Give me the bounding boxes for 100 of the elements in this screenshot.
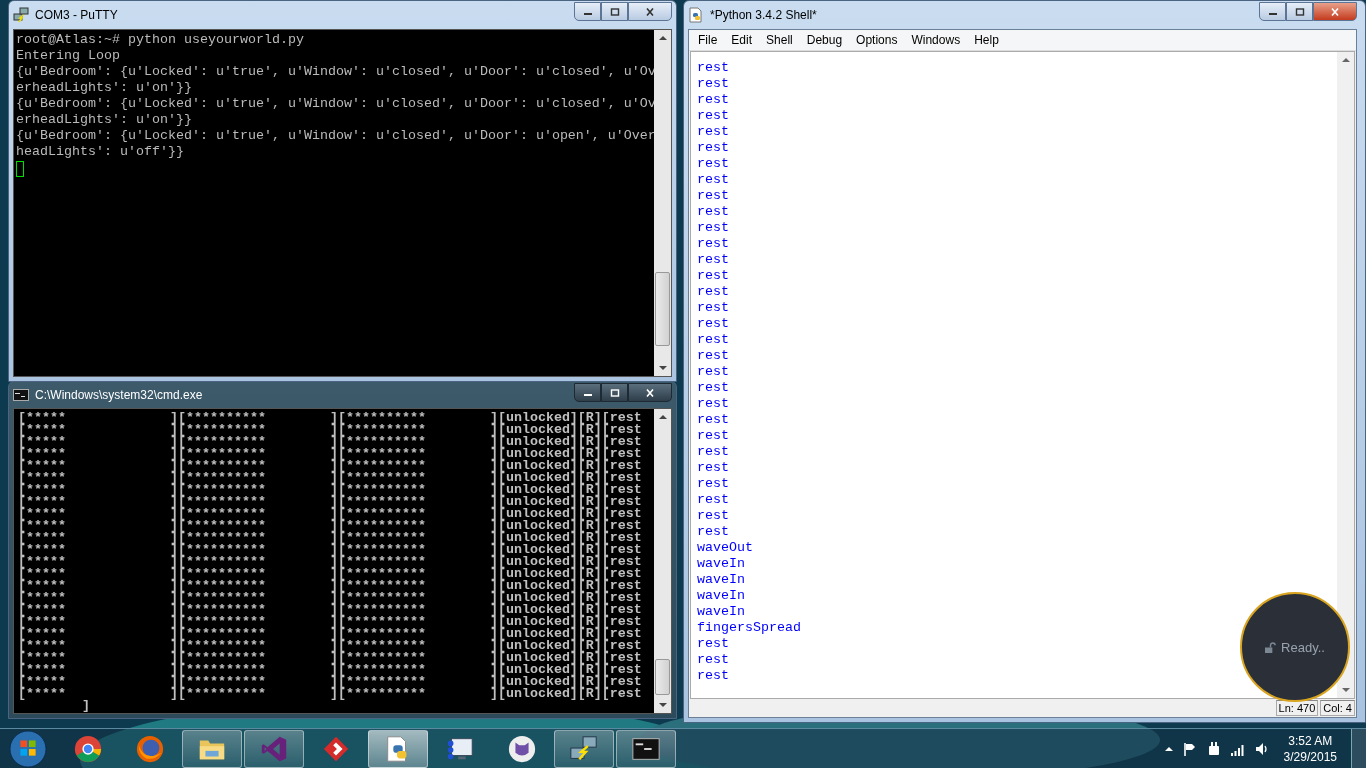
output-line: waveOut xyxy=(697,540,753,556)
output-line: rest xyxy=(697,652,729,668)
menu-item[interactable]: Edit xyxy=(724,33,760,47)
output-line: rest xyxy=(697,668,729,684)
console-line: [***** ][********** ][********** ][unlocked][R][rest xyxy=(18,508,643,520)
output-line: rest xyxy=(697,60,729,76)
output-line: rest xyxy=(697,492,729,508)
cat-icon xyxy=(507,733,537,764)
output-line: rest xyxy=(697,188,729,204)
close-icon xyxy=(645,7,655,16)
close-button[interactable] xyxy=(628,2,672,21)
scroll-thumb[interactable] xyxy=(655,272,670,346)
status-field: Ln: 470 xyxy=(1275,700,1319,716)
clock-date: 3/29/2015 xyxy=(1283,748,1337,765)
console-line: [***** ][********** ][********** ][unlocked][R][rest xyxy=(18,676,643,688)
console-line: [***** ][********** ][********** ][unlocked][R][rest xyxy=(18,604,643,616)
console-line: [***** ][********** ][********** ][unlocked][R][rest xyxy=(18,544,643,556)
output-line: rest xyxy=(697,396,729,412)
output-line: rest xyxy=(697,300,729,316)
window-title: C:\Windows\system32\cmd.exe xyxy=(35,388,204,402)
scrollbar[interactable] xyxy=(654,30,671,376)
output-line: rest xyxy=(697,172,729,188)
unlocked-padlock-icon xyxy=(1265,641,1277,653)
taskbar-button[interactable] xyxy=(616,729,676,768)
chrome-icon xyxy=(73,733,103,764)
console-line: [***** ][********** ][********** ][unlocked][R][rest xyxy=(18,652,643,664)
taskbar-button[interactable] xyxy=(182,729,242,768)
flag-icon[interactable] xyxy=(1181,740,1198,757)
console-line: [***** ][********** ][********** ][unlocked][R][rest xyxy=(18,556,643,568)
minimize-button[interactable] xyxy=(574,2,601,21)
minimize-button[interactable] xyxy=(574,383,601,402)
ready-text: Ready.. xyxy=(1281,639,1325,655)
console-line: [***** ][********** ][********** ][unlocked][R][rest xyxy=(18,580,643,592)
output-line: waveIn xyxy=(697,572,745,588)
output-line: rest xyxy=(697,140,729,156)
minimize-button[interactable] xyxy=(1259,2,1286,21)
taskbar-button[interactable] xyxy=(368,729,428,768)
console-line: [***** ][********** ][********** ][unlocked][R][rest xyxy=(18,664,643,676)
maximize-button[interactable] xyxy=(1286,2,1313,21)
output-line: fingersSpread xyxy=(697,620,801,636)
document-icon xyxy=(688,7,704,23)
menu-item[interactable]: Windows xyxy=(904,33,968,47)
maximize-button[interactable] xyxy=(601,2,628,21)
maximize-button[interactable] xyxy=(601,383,628,402)
output-line: waveIn xyxy=(697,556,745,572)
menu-item[interactable]: Help xyxy=(967,33,1006,47)
output-line: rest xyxy=(697,444,729,460)
output-line: rest xyxy=(697,508,729,524)
menu-item[interactable]: File xyxy=(691,33,725,47)
scrollbar[interactable] xyxy=(1337,52,1354,698)
output-line: rest xyxy=(697,252,729,268)
scroll-thumb[interactable] xyxy=(655,659,670,695)
console-line: [***** ][********** ][********** ][unlocked][R][rest xyxy=(18,412,643,424)
terminal-line: {u'Bedroom': {u'Locked': u'true', u'Window': u'closed', u'Door': u'open', u'Over xyxy=(16,128,652,144)
console-line: [***** ][********** ][********** ][unlocked][R][rest xyxy=(18,496,643,508)
fox-globe-icon xyxy=(135,733,165,764)
menu-item[interactable]: Debug xyxy=(799,33,850,47)
maximize-icon xyxy=(609,7,620,16)
output-line: rest xyxy=(697,476,729,492)
down-arrow-icon xyxy=(1341,687,1350,693)
output-line: rest xyxy=(697,428,729,444)
console-line: [***** ][********** ][********** ][unlocked][R][rest xyxy=(18,436,643,448)
close-button[interactable] xyxy=(628,383,672,402)
output-line: rest xyxy=(697,332,729,348)
console-line: [***** ][********** ][********** ][unlocked][R][rest xyxy=(18,568,643,580)
console-line: [***** ][********** ][********** ][unlocked][R][rest xyxy=(18,424,643,436)
output-line: rest xyxy=(697,156,729,172)
close-icon xyxy=(1330,7,1340,16)
terminal-line: Entering Loop xyxy=(16,48,121,64)
clock[interactable]: 3:52 AM 3/29/2015 xyxy=(1277,732,1343,765)
console-line: [***** ][********** ][********** ][unlocked][R][rest xyxy=(18,448,643,460)
terminal-line: erheadLights': u'on'}} xyxy=(16,80,193,96)
show-desktop-button[interactable] xyxy=(1351,728,1366,768)
up-arrow-icon xyxy=(658,414,667,420)
terminal-line: erheadLights': u'on'}} xyxy=(16,112,193,128)
computers-icon xyxy=(13,7,29,23)
output-line: rest xyxy=(697,92,729,108)
console-line: [***** ][********** ][********** ][unlocked][R][rest xyxy=(18,472,643,484)
taskbar-button[interactable] xyxy=(554,729,614,768)
console-icon xyxy=(13,387,29,403)
menu-item[interactable]: Shell xyxy=(759,33,800,47)
start-button[interactable] xyxy=(9,729,47,768)
output-line: rest xyxy=(697,636,729,652)
window-title: COM3 - PuTTY xyxy=(35,8,119,22)
output-line: rest xyxy=(697,220,729,236)
taskbar-button[interactable] xyxy=(244,729,304,768)
output-line: rest xyxy=(697,108,729,124)
window-title: *Python 3.4.2 Shell* xyxy=(710,8,818,22)
output-line: waveIn xyxy=(697,604,745,620)
output-line: rest xyxy=(697,380,729,396)
close-icon xyxy=(645,388,655,397)
maximize-icon xyxy=(609,388,620,397)
scrollbar[interactable] xyxy=(654,409,671,713)
output-line: rest xyxy=(697,284,729,300)
menu-item[interactable]: Options xyxy=(849,33,905,47)
output-line: rest xyxy=(697,316,729,332)
output-line: rest xyxy=(697,412,729,428)
output-line: waveIn xyxy=(697,588,745,604)
console-line: [***** ][********** ][********** ][unlocked][R][rest xyxy=(18,460,643,472)
output-line: rest xyxy=(697,124,729,140)
